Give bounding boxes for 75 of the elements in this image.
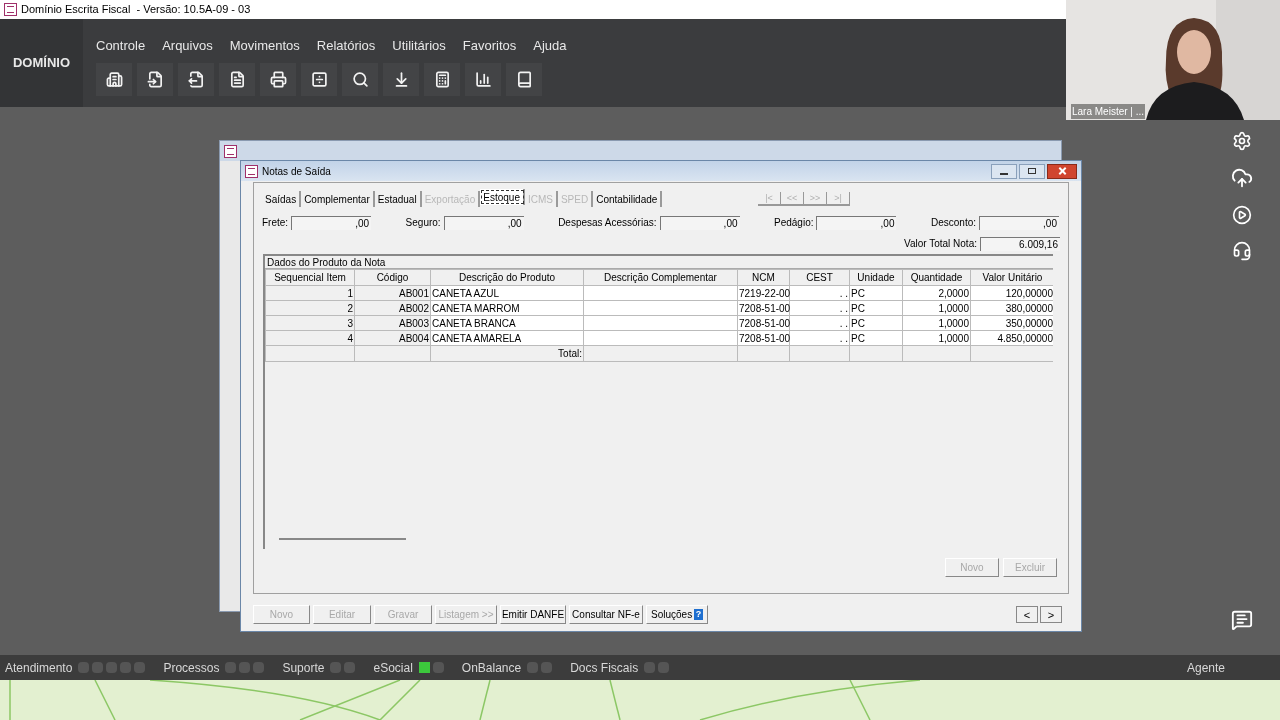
column-header[interactable]: Sequencial Item xyxy=(265,269,355,286)
dialog-title: Notas de Saída xyxy=(262,164,331,179)
field-label: Despesas Acessórias: xyxy=(558,216,657,230)
close-button[interactable] xyxy=(1047,163,1077,179)
search-icon[interactable] xyxy=(342,62,378,96)
field-label: Seguro: xyxy=(405,216,441,230)
dialog-button[interactable]: Soluções ? xyxy=(646,605,708,624)
status-icon[interactable] xyxy=(418,662,430,673)
pager-button[interactable]: < xyxy=(1016,606,1038,623)
field-label: Valor Total Nota: xyxy=(904,237,977,251)
status-item[interactable]: OnBalance xyxy=(461,658,522,677)
settings-icon[interactable] xyxy=(1232,131,1252,151)
status-item[interactable]: Docs Fiscais xyxy=(570,658,639,677)
column-header[interactable]: Unidade xyxy=(849,269,903,286)
pager-button[interactable]: > xyxy=(1040,606,1062,623)
dialog-button[interactable]: Consultar NF-e xyxy=(569,605,643,624)
menu-item[interactable]: Controle xyxy=(96,36,146,56)
scrollbar-thumb[interactable] xyxy=(279,538,406,540)
maximize-button[interactable] xyxy=(1019,163,1045,179)
field-label: Desconto: xyxy=(930,216,976,230)
amount-field[interactable]: ,00 xyxy=(816,215,897,230)
document-out-icon[interactable] xyxy=(178,62,214,96)
column-header[interactable]: Descrição Complementar xyxy=(583,269,738,286)
field-label: Frete: xyxy=(262,216,289,230)
minimize-button[interactable] xyxy=(991,163,1017,179)
column-header[interactable]: NCM xyxy=(737,269,790,286)
document-in-icon[interactable] xyxy=(137,62,173,96)
app-title: Domínio Escrita Fiscal - Versão: 10.5A-09 - 03 xyxy=(21,2,251,18)
table-cell: Total: xyxy=(430,345,584,362)
amount-field[interactable]: ,00 xyxy=(443,215,524,230)
column-header[interactable]: Código xyxy=(354,269,431,286)
column-header[interactable]: Quantidade xyxy=(902,269,971,286)
status-item[interactable]: Processos xyxy=(163,658,220,677)
app-icon xyxy=(4,3,17,16)
status-item[interactable]: eSocial xyxy=(373,658,413,677)
printer-icon[interactable] xyxy=(260,62,296,96)
status-item[interactable]: Agente xyxy=(1186,658,1225,677)
cloud-upload-icon[interactable] xyxy=(1231,167,1253,189)
tab[interactable]: Saídas xyxy=(262,191,302,207)
column-header[interactable]: Descrição do Produto xyxy=(430,269,584,286)
dialog-button[interactable]: Emitir DANFE xyxy=(500,605,566,624)
field-label: Pedágio: xyxy=(774,216,814,230)
menu-item[interactable]: Movimentos xyxy=(229,36,300,56)
tab[interactable]: Complementar xyxy=(301,191,375,207)
calculator-icon[interactable] xyxy=(424,62,460,96)
column-header[interactable]: Valor Unitário xyxy=(970,269,1053,286)
help-icon: ? xyxy=(694,609,703,620)
logo-text: DOMÍNIO xyxy=(12,54,71,73)
menu-item[interactable]: Relatórios xyxy=(316,36,376,56)
chat-icon[interactable] xyxy=(1231,609,1253,631)
math-icon[interactable] xyxy=(301,62,337,96)
headset-icon[interactable] xyxy=(1232,241,1252,261)
column-header[interactable]: CEST xyxy=(789,269,850,286)
menu-item[interactable]: Ajuda xyxy=(533,36,567,56)
total-field[interactable]: 6.009,16 xyxy=(980,236,1060,251)
book-icon[interactable] xyxy=(506,62,542,96)
tab[interactable]: Contabilidade xyxy=(593,191,663,207)
chart-icon[interactable] xyxy=(465,62,501,96)
window-icon xyxy=(245,164,258,178)
status-item[interactable]: Suporte xyxy=(282,658,325,677)
menu-item[interactable]: Arquivos xyxy=(162,36,213,56)
play-icon[interactable] xyxy=(1232,205,1252,225)
status-item[interactable]: Atendimento xyxy=(5,658,73,677)
amount-field[interactable]: ,00 xyxy=(659,215,740,230)
amount-field[interactable]: ,00 xyxy=(291,215,372,230)
menu-item[interactable]: Favoritos xyxy=(462,36,517,56)
window-icon xyxy=(224,144,237,158)
tab[interactable]: Estadual xyxy=(374,191,422,207)
building-icon[interactable] xyxy=(96,62,132,96)
participant-name: Lara Meister | ... xyxy=(1071,104,1146,119)
menu-item[interactable]: Utilitários xyxy=(392,36,446,56)
tab[interactable]: Estoque xyxy=(480,189,525,205)
document-icon[interactable] xyxy=(219,62,255,96)
amount-field[interactable]: ,00 xyxy=(979,215,1059,230)
download-icon[interactable] xyxy=(383,62,419,96)
